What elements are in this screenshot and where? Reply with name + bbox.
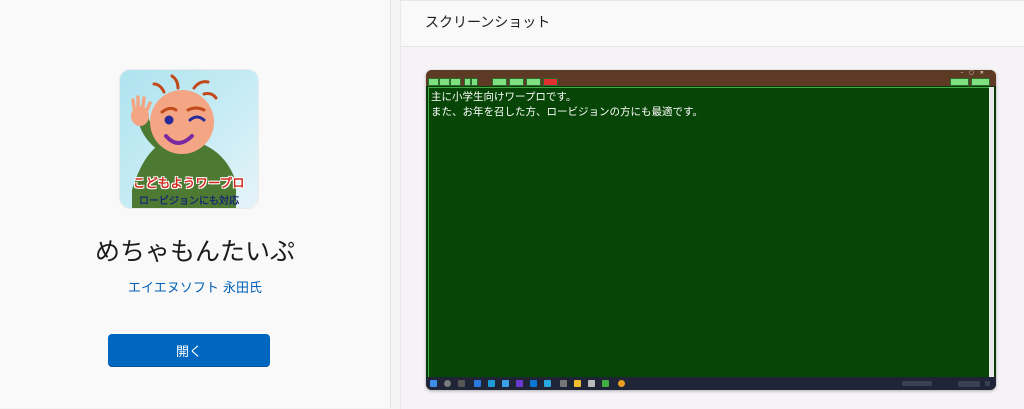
toolbar-button: [509, 78, 524, 86]
document-line: また、お年を召した方、ロービジョンの方にも最適です。: [431, 106, 703, 118]
logo-title: こどもようワープロ: [133, 176, 245, 190]
window-titlebar: –▢✕: [426, 70, 996, 77]
screenshots-heading: スクリーンショット: [425, 15, 551, 31]
search-icon: [444, 380, 451, 387]
active-app-icon: [618, 380, 625, 387]
toolbar-button: [450, 78, 461, 86]
app-icon: [602, 380, 609, 387]
toolbar-button: [428, 78, 439, 86]
toolbar-button: [439, 78, 450, 86]
app-icon: [502, 380, 509, 387]
app-icon: [516, 380, 523, 387]
scrollbar: [989, 87, 994, 377]
document-line: 主に小学生向けワープロです。: [431, 91, 577, 103]
start-icon: [430, 380, 437, 387]
folder-icon: [574, 380, 581, 387]
app-icon: [488, 380, 495, 387]
toolbar-button: [464, 78, 471, 86]
app-icon: [560, 380, 567, 387]
document-area: 主に小学生向けワープロです。 また、お年を召した方、ロービジョンの方にも最適です…: [428, 87, 992, 379]
toolbar-button: [950, 78, 969, 86]
window-controls: –▢✕: [960, 70, 990, 76]
app-icon: [530, 380, 537, 387]
clock: [958, 381, 980, 387]
task-view-icon: [458, 380, 465, 387]
browser-icon: [474, 380, 481, 387]
notification-icon: [985, 381, 990, 386]
toolbar-button: [471, 78, 478, 86]
publisher-link[interactable]: エイエヌソフト 永田氏: [0, 277, 390, 296]
tray-icons: [902, 381, 932, 386]
logo-subtitle: ロービジョンにも対応: [139, 196, 239, 207]
screenshot-thumbnail[interactable]: –▢✕ 主に小学生向けワープロです。 また、お年を召した方、ロービジョンの方にも…: [426, 70, 996, 390]
app-icon: [544, 380, 551, 387]
toolbar-button: [492, 78, 507, 86]
toolbar-button: [971, 78, 990, 86]
toolbar-button: [526, 78, 541, 86]
editor-toolbar: [426, 77, 996, 86]
app-info-pane: こどもようワープロ ロービジョンにも対応 めちゃもんたいぷ エイエヌソフト 永田…: [0, 0, 391, 408]
open-button[interactable]: 開く: [108, 334, 270, 367]
toolbar-button: [543, 78, 558, 86]
os-taskbar: [426, 377, 996, 390]
app-title: めちゃもんたいぷ: [94, 237, 295, 266]
app-icon: [588, 380, 595, 387]
app-logo: こどもようワープロ ロービジョンにも対応: [120, 70, 258, 208]
